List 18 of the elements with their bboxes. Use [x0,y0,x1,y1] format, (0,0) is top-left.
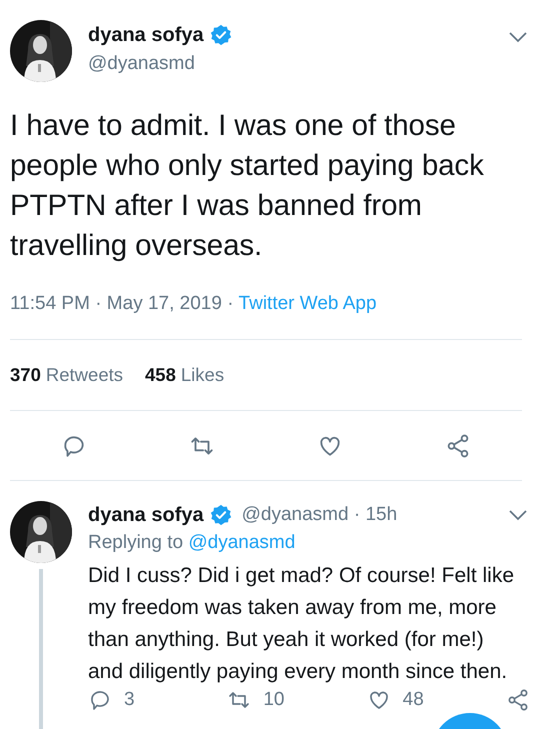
share-icon[interactable] [506,688,530,712]
replying-to-label: Replying to [88,532,184,553]
stat-link[interactable]: 458 Likes [145,364,224,386]
handle-time: @dyanasmd · 15h [242,504,398,526]
tweet-text: I have to admit. I was one of those people who only started paying back PTPTN after I was banned from travelling overseas. [10,108,485,264]
user-name[interactable]: dyana sofya [88,504,204,526]
reply-text: Did I cuss? Did i get mad? Of course! Felt like my freedom was taken away from me, more than anything. But yeah it worked (for me!) and diligently paying every month since then. [88,563,515,685]
chevron-down-icon[interactable] [508,31,528,43]
chevron-down-icon[interactable] [508,509,528,521]
action-count: 10 [263,689,284,711]
action-count: 3 [124,689,135,711]
timestamp: 11:54 PM · May 17, 2019 · [10,293,234,315]
share-icon[interactable] [445,432,471,458]
user-name[interactable]: dyana sofya [88,24,204,46]
reply-icon[interactable] [88,688,112,712]
action-count: 48 [402,689,424,711]
stat-link[interactable]: 370 Retweets [10,364,123,386]
user-handle[interactable]: @dyanasmd [88,53,492,75]
